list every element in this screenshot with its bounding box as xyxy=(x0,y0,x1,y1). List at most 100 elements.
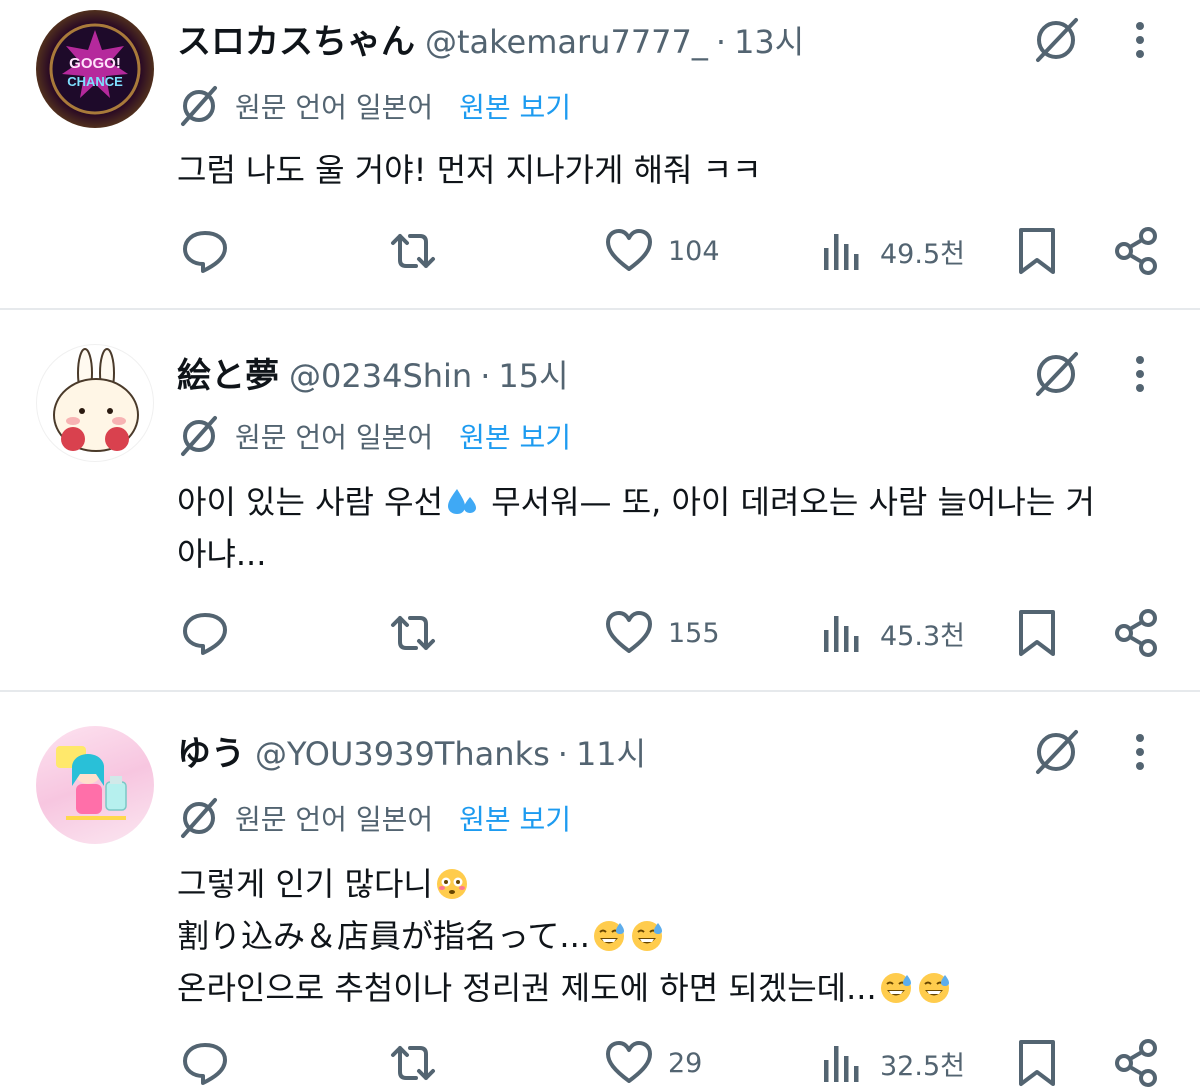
views-button[interactable]: 45.3천 xyxy=(816,608,965,658)
flushed-face-emoji-icon xyxy=(436,869,467,899)
show-original-link[interactable]: 원본 보기 xyxy=(459,86,571,126)
views-icon xyxy=(824,1046,859,1082)
views-icon xyxy=(824,616,859,652)
avatar-image: GOGO! CHANCE xyxy=(49,23,141,115)
heart-icon xyxy=(606,229,652,271)
more-icon[interactable] xyxy=(1128,726,1152,778)
view-count: 49.5천 xyxy=(880,238,965,270)
reply-icon xyxy=(183,613,227,655)
display-name[interactable]: 絵と夢 xyxy=(177,348,279,397)
views-button[interactable]: 49.5천 xyxy=(816,226,965,276)
tweet-text: 그럼 나도 울 거야! 먼저 지나가게 해줘 ㅋㅋ xyxy=(177,144,1137,196)
avatar[interactable]: GOGO! CHANCE xyxy=(36,10,154,128)
separator-dot: · xyxy=(715,23,727,61)
reply-icon xyxy=(183,231,227,273)
tweet-text-line: 割り込み＆店員が指名って... xyxy=(177,910,1137,962)
like-count: 155 xyxy=(668,617,720,649)
tweet[interactable]: ゆう @YOU3939Thanks · 11시 원문 언어 일본어 원본 보기 … xyxy=(0,692,1200,1091)
show-original-link[interactable]: 원본 보기 xyxy=(459,416,571,456)
bookmark-button[interactable] xyxy=(1012,226,1062,276)
retweet-icon xyxy=(391,234,435,268)
views-icon xyxy=(824,234,859,270)
user-handle[interactable]: @0234Shin xyxy=(289,357,472,395)
reply-icon xyxy=(183,1043,227,1085)
share-icon xyxy=(1115,227,1157,275)
tweet[interactable]: GOGO! CHANCE スロカスちゃん @takemaru7777_ · 13… xyxy=(0,0,1200,308)
grok-icon[interactable] xyxy=(1030,14,1082,66)
share-button[interactable] xyxy=(1112,1038,1162,1088)
sweat-droplets-emoji-icon xyxy=(448,489,477,514)
translate-icon xyxy=(181,798,217,838)
grinning-sweat-emoji-icon xyxy=(631,921,662,951)
grinning-sweat-emoji-icon xyxy=(593,921,624,951)
more-icon[interactable] xyxy=(1128,348,1152,400)
grinning-sweat-emoji-icon xyxy=(918,973,949,1003)
reply-button[interactable] xyxy=(180,608,230,658)
tweet-text-segment: 割り込み＆店員が指名って... xyxy=(177,917,590,955)
like-button[interactable]: 155 xyxy=(604,608,720,658)
user-handle[interactable]: @YOU3939Thanks xyxy=(255,735,550,773)
retweet-button[interactable] xyxy=(388,1038,438,1088)
retweet-button[interactable] xyxy=(388,608,438,658)
avatar-image xyxy=(56,746,127,820)
heart-icon xyxy=(606,611,652,653)
heart-icon xyxy=(606,1041,652,1083)
tweet-text: 그렇게 인기 많다니 割り込み＆店員が指名って... 온라인으로 추첨이나 정리… xyxy=(177,858,1137,1014)
like-button[interactable]: 104 xyxy=(604,226,720,276)
user-handle[interactable]: @takemaru7777_ xyxy=(425,23,708,61)
show-original-link[interactable]: 원본 보기 xyxy=(459,798,571,838)
display-name[interactable]: スロカスちゃん xyxy=(177,14,415,63)
views-button[interactable]: 32.5천 xyxy=(816,1038,965,1088)
reply-button[interactable] xyxy=(180,226,230,276)
view-count: 32.5천 xyxy=(880,1050,965,1082)
bookmark-button[interactable] xyxy=(1012,1038,1062,1088)
tweet-text-line: 온라인으로 추첨이나 정리권 제도에 하면 되겠는데... xyxy=(177,962,1137,1014)
like-button[interactable]: 29 xyxy=(604,1038,702,1088)
like-count: 29 xyxy=(668,1047,703,1079)
translation-label: 원문 언어 일본어 xyxy=(235,421,434,454)
retweet-icon xyxy=(391,616,435,650)
retweet-icon xyxy=(391,1046,435,1080)
tweet-text-line: 아냐... xyxy=(177,535,267,573)
avatar-image xyxy=(53,348,139,452)
view-count: 45.3천 xyxy=(880,620,965,652)
separator-dot: · xyxy=(557,735,568,773)
grok-icon[interactable] xyxy=(1030,348,1082,400)
tweet-text-segment: 무서워— 또, 아이 데려오는 사람 늘어나는 거 xyxy=(491,483,1095,521)
tweet-text-line: 그렇게 인기 많다니 xyxy=(177,858,1137,910)
retweet-button[interactable] xyxy=(388,226,438,276)
translation-label: 원문 언어 일본어 xyxy=(235,91,434,124)
avatar[interactable] xyxy=(36,344,154,462)
translation-label: 원문 언어 일본어 xyxy=(235,803,434,836)
display-name[interactable]: ゆう xyxy=(177,726,245,775)
timestamp[interactable]: 13시 xyxy=(734,17,804,63)
timestamp[interactable]: 11시 xyxy=(576,729,646,775)
tweet-text: 아이 있는 사람 우선 무서워— 또, 아이 데려오는 사람 늘어나는 거 아냐… xyxy=(177,476,1137,580)
translate-icon xyxy=(181,86,217,126)
bookmark-button[interactable] xyxy=(1012,608,1062,658)
bookmark-icon xyxy=(1019,610,1055,656)
grinning-sweat-emoji-icon xyxy=(880,973,911,1003)
reply-button[interactable] xyxy=(180,1038,230,1088)
share-icon xyxy=(1115,1039,1157,1087)
tweet-text-segment: 아이 있는 사람 우선 xyxy=(177,483,444,521)
tweet-text-segment: 온라인으로 추첨이나 정리권 제도에 하면 되겠는데... xyxy=(177,969,877,1007)
more-icon[interactable] xyxy=(1128,14,1152,66)
tweet[interactable]: 絵と夢 @0234Shin · 15시 원문 언어 일본어 원본 보기 아이 있… xyxy=(0,310,1200,690)
share-button[interactable] xyxy=(1112,226,1162,276)
svg-text:CHANCE: CHANCE xyxy=(67,74,123,89)
avatar[interactable] xyxy=(36,726,154,844)
bookmark-icon xyxy=(1019,228,1055,274)
avatar-logo-text: GOGO! xyxy=(69,55,121,72)
separator-dot: · xyxy=(480,357,491,395)
bookmark-icon xyxy=(1019,1040,1055,1086)
grok-icon[interactable] xyxy=(1030,726,1082,778)
share-button[interactable] xyxy=(1112,608,1162,658)
timestamp[interactable]: 15시 xyxy=(498,351,568,397)
like-count: 104 xyxy=(668,235,720,267)
share-icon xyxy=(1115,609,1157,657)
translate-icon xyxy=(181,416,217,456)
tweet-text-line: 그럼 나도 울 거야! 먼저 지나가게 해줘 ㅋㅋ xyxy=(177,151,762,189)
tweet-text-segment: 그렇게 인기 많다니 xyxy=(177,865,433,903)
tweet-text-line: 아이 있는 사람 우선 무서워— 또, 아이 데려오는 사람 늘어나는 거 xyxy=(177,476,1137,528)
